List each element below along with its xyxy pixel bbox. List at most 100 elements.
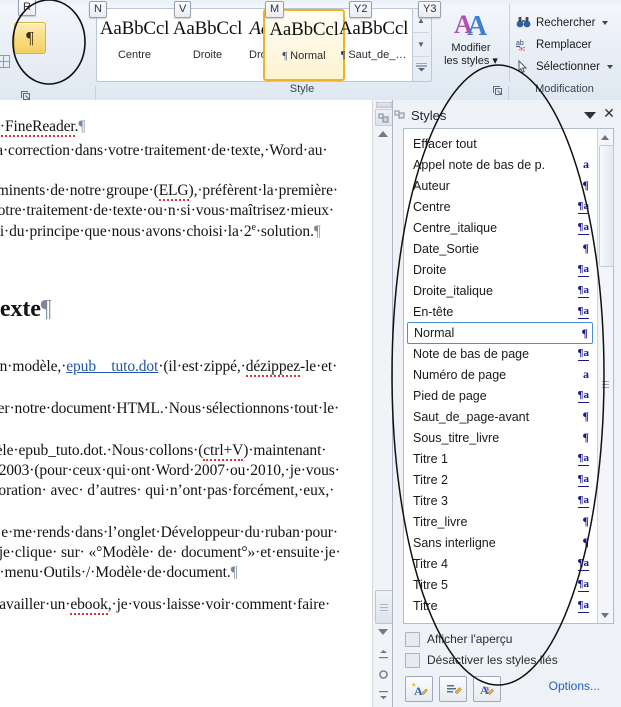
svg-text:A: A — [467, 11, 488, 38]
rechercher-button[interactable]: Rechercher — [516, 12, 620, 34]
list-scroll-thumb[interactable] — [599, 145, 614, 267]
gallery-item-saut-de-page[interactable]: AaBbCcl ¶ Saut_de_… — [337, 10, 410, 76]
style-list-item[interactable]: Note de bas de page ¶a — [407, 343, 593, 364]
keytip-badge-m: M — [265, 1, 285, 18]
styles-pane: Styles ✕ Effacer tout Appel note de bas d… — [392, 100, 621, 707]
style-list-item[interactable]: Saut_de_page-avant ¶ — [407, 406, 593, 427]
list-scroll-down-button[interactable] — [598, 608, 612, 622]
afficher-apercu-checkbox-row[interactable]: Afficher l'aperçu — [405, 630, 605, 648]
style-list-item[interactable]: Centre_italique ¶a — [407, 217, 593, 238]
document-scrollbar[interactable] — [372, 100, 393, 707]
modification-group: Rechercher ab ac Remplacer Sélectionner — [509, 4, 621, 82]
remplacer-button[interactable]: ab ac Remplacer — [516, 34, 620, 56]
gallery-caption: Centre — [117, 49, 152, 61]
style-list-item[interactable]: Numéro de page a — [407, 364, 593, 385]
inspecteur-style-button[interactable] — [439, 676, 467, 702]
linked-style-icon: ¶a — [577, 283, 589, 298]
scroll-down-button[interactable] — [375, 624, 391, 639]
desactiver-styles-lies-label: Désactiver les styles liés — [427, 653, 558, 667]
gallery-more-icon[interactable] — [413, 56, 429, 79]
rechercher-label: Rechercher — [536, 17, 596, 29]
scroll-up-button[interactable] — [375, 126, 391, 141]
manage-styles-icon: A y — [480, 683, 494, 697]
browse-object-button[interactable] — [375, 666, 391, 683]
linked-style-icon: ¶a — [577, 577, 589, 592]
gallery-caption: Droite — [192, 49, 223, 61]
show-formatting-marks-button[interactable]: ¶ — [14, 22, 46, 54]
document-canvas[interactable]: s·FineReader.¶ la·correction·dans·votre·… — [0, 100, 372, 707]
gallery-scroll-down-icon[interactable]: ▼ — [413, 32, 429, 57]
style-list-item[interactable]: Titre 3 ¶a — [407, 490, 593, 511]
style-list-item-label: Sans interligne — [413, 535, 496, 550]
paragraph-style-icon: ¶ — [582, 535, 589, 549]
styles-pane-title: Styles — [411, 108, 447, 123]
select-browse-object-icon[interactable] — [375, 109, 393, 126]
style-list-item[interactable]: Centre ¶a — [407, 196, 593, 217]
gallery-preview: AaBbCcl — [338, 18, 409, 39]
borders-icon[interactable] — [0, 55, 12, 69]
chevron-down-icon[interactable] — [602, 21, 609, 25]
desactiver-styles-lies-checkbox[interactable] — [405, 652, 420, 668]
document-heading: texte¶ — [0, 296, 52, 322]
style-list-item[interactable]: Date_Sortie ¶ — [407, 238, 593, 259]
scroll-thumb[interactable] — [375, 590, 393, 624]
style-list-item[interactable]: Titre 2 ¶a — [407, 469, 593, 490]
paragraph-group: ¶ — [0, 6, 96, 100]
style-list-item[interactable]: Sous_titre_livre ¶ — [407, 427, 593, 448]
style-list-item[interactable]: Titre 1 ¶a — [407, 448, 593, 469]
gallery-item-droite[interactable]: AaBbCcl Droite — [171, 10, 244, 76]
style-list-item[interactable]: Effacer tout — [407, 133, 593, 154]
afficher-apercu-checkbox[interactable] — [405, 631, 420, 647]
chevron-down-icon[interactable] — [584, 112, 596, 119]
svg-text:A: A — [414, 684, 423, 697]
list-scroll-up-button[interactable] — [598, 130, 612, 144]
document-line: ·je·me·rends·dans·l’onglet·Développeur·d… — [0, 524, 338, 541]
word-window: ¶ AaBbCcl Centre AaBbCcl Droite AaBbCcl … — [0, 0, 621, 707]
style-list-item[interactable]: Droite ¶a — [407, 259, 593, 280]
style-list-item[interactable]: Titre 4 ¶a — [407, 553, 593, 574]
browse-next-button[interactable] — [375, 686, 391, 703]
style-list-item[interactable]: Auteur ¶ — [407, 175, 593, 196]
gallery-item-normal[interactable]: AaBbCcl ¶ Normal — [263, 9, 345, 81]
browse-previous-button[interactable] — [375, 646, 391, 663]
style-dialog-launcher[interactable] — [492, 85, 503, 96]
style-list-item-label: Centre — [413, 199, 451, 214]
style-list-item[interactable]: Droite_italique ¶a — [407, 280, 593, 301]
style-list-item-label: En-tête — [413, 304, 454, 319]
document-line: travailler·un·ebook,·je·vous·laisse·voir… — [0, 596, 331, 615]
keytip-badge-v: V — [174, 1, 192, 18]
chevron-down-icon[interactable] — [606, 65, 613, 69]
style-list-item[interactable]: Titre ¶a — [407, 595, 593, 616]
style-list-item[interactable]: Titre 5 ¶a — [407, 574, 593, 595]
options-link[interactable]: Options... — [549, 679, 600, 693]
style-list-item[interactable]: Titre_livre ¶ — [407, 511, 593, 532]
style-gallery[interactable]: AaBbCcl Centre AaBbCcl Droite AaBbCc Dro… — [96, 8, 413, 82]
style-list-item[interactable]: Normal ¶ — [407, 322, 593, 344]
styles-list-scrollbar[interactable] — [597, 129, 614, 623]
document-line: votre·traitement·de·texte·ou·n·si·vous·m… — [0, 202, 334, 219]
modifier-styles-button[interactable]: A A Modifier les styles ▾ — [437, 8, 505, 82]
style-list-item-label: Date_Sortie — [413, 241, 480, 256]
split-handle[interactable] — [376, 102, 392, 108]
gallery-scrollbar[interactable]: ▲ ▼ — [412, 8, 432, 82]
remplacer-label: Remplacer — [536, 39, 592, 51]
document-line: ner·notre·document·HTML.·Nous·sélectionn… — [0, 400, 340, 417]
linked-style-icon: ¶a — [577, 304, 589, 319]
gerer-les-styles-button[interactable]: A y — [473, 676, 501, 702]
selectionner-button[interactable]: Sélectionner — [516, 56, 620, 78]
desactiver-styles-lies-checkbox-row[interactable]: Désactiver les styles liés — [405, 651, 605, 669]
close-icon[interactable]: ✕ — [602, 106, 616, 120]
style-list-item[interactable]: En-tête ¶a — [407, 301, 593, 322]
styles-list[interactable]: Effacer tout Appel note de bas de p. a Aute… — [403, 128, 614, 624]
style-list-item-label: Titre_livre — [413, 514, 468, 529]
pane-grip-icon[interactable] — [394, 108, 406, 124]
styles-pane-buttons: A A y Options... — [405, 676, 610, 702]
style-list-item[interactable]: Appel note de bas de p. a — [407, 154, 593, 175]
nouveau-style-button[interactable]: A — [405, 676, 433, 702]
style-list-item[interactable]: Sans interligne ¶ — [407, 532, 593, 553]
style-list-item-label: Titre 4 — [413, 556, 448, 571]
style-list-item-label: Titre 2 — [413, 472, 448, 487]
style-list-item[interactable]: Pied de page ¶a — [407, 385, 593, 406]
linked-style-icon: ¶a — [577, 451, 589, 466]
gallery-item-centre[interactable]: AaBbCcl Centre — [98, 10, 171, 76]
